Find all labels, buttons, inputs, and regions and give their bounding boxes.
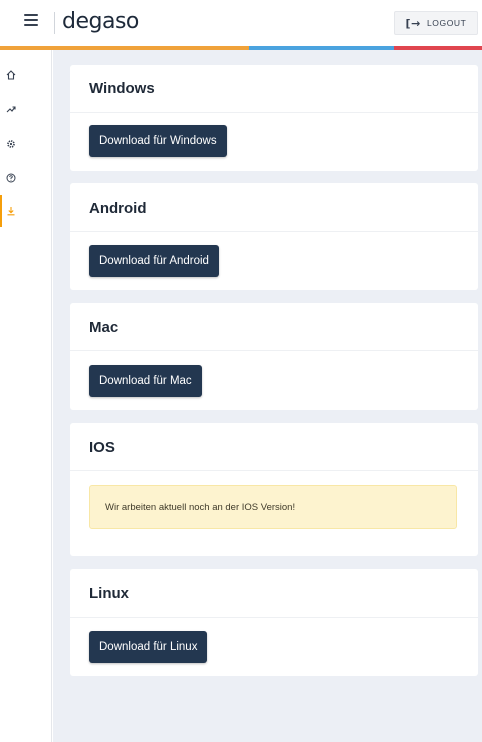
download-android-button[interactable]: Download für Android xyxy=(89,245,219,277)
sidebar-item-stats[interactable] xyxy=(0,93,52,125)
windows-title: Windows xyxy=(89,80,155,97)
ios-card: IOS Wir arbeiten aktuell noch an der IOS… xyxy=(70,423,478,556)
trending-icon xyxy=(6,106,16,113)
card-divider xyxy=(70,617,478,618)
gear-icon xyxy=(7,140,15,148)
card-divider xyxy=(70,470,478,471)
sidebar-item-downloads[interactable] xyxy=(0,195,52,227)
mac-title: Mac xyxy=(89,319,119,336)
logout-label: LOGOUT xyxy=(426,18,467,28)
download-windows-button[interactable]: Download für Windows xyxy=(89,125,227,157)
main-content: Windows Download für Windows Android Dow… xyxy=(53,50,482,742)
windows-card: Windows Download für Windows xyxy=(70,65,478,171)
android-title: Android xyxy=(89,200,147,217)
ios-title: IOS xyxy=(89,439,115,456)
mac-card: Mac Download für Mac xyxy=(70,303,478,410)
brand-divider xyxy=(54,12,55,34)
sidebar-item-settings[interactable] xyxy=(0,128,52,160)
brand-logo[interactable]: degaso xyxy=(62,9,139,34)
home-icon xyxy=(6,70,16,80)
top-bar: degaso [→ LOGOUT xyxy=(0,0,482,46)
help-icon xyxy=(6,173,16,183)
sidebar-item-help[interactable] xyxy=(0,162,52,194)
ios-notice: Wir arbeiten aktuell noch an der IOS Ver… xyxy=(89,485,457,529)
sidebar-item-home[interactable] xyxy=(0,59,52,91)
card-divider xyxy=(70,231,478,232)
hamburger-menu-icon[interactable] xyxy=(24,14,38,28)
linux-title: Linux xyxy=(89,585,129,602)
download-linux-button[interactable]: Download für Linux xyxy=(89,631,208,663)
download-mac-button[interactable]: Download für Mac xyxy=(89,365,202,397)
card-divider xyxy=(70,112,478,113)
linux-card: Linux Download für Linux xyxy=(70,569,478,676)
sidebar xyxy=(0,50,52,742)
download-icon xyxy=(7,207,15,216)
card-divider xyxy=(70,350,478,351)
logout-button[interactable]: [→ LOGOUT xyxy=(394,11,478,35)
logout-icon: [→ xyxy=(405,16,421,30)
android-card: Android Download für Android xyxy=(70,183,478,290)
